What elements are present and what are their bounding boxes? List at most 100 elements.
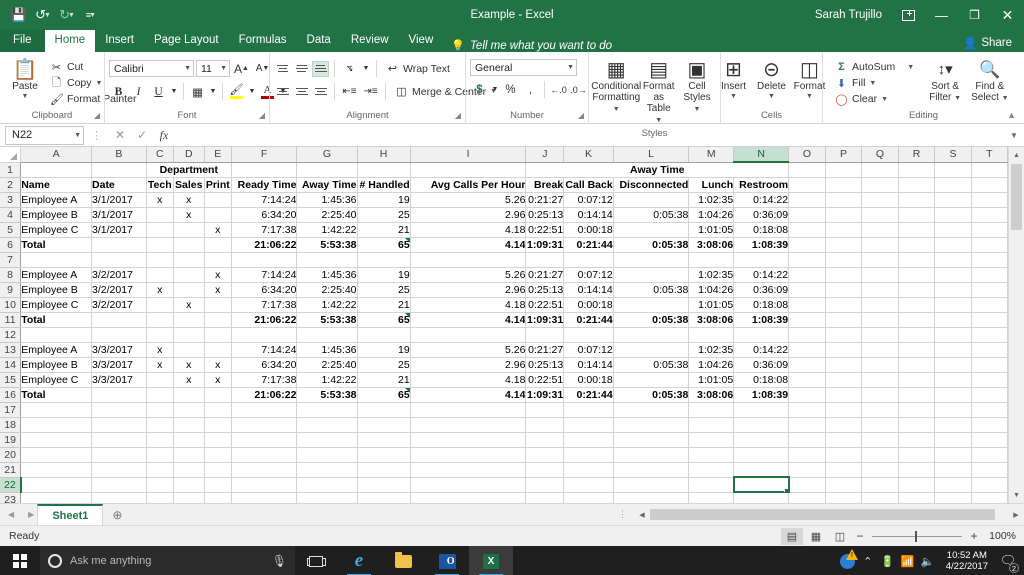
cell-M16[interactable]: 3:08:06	[688, 387, 735, 403]
cell-P15[interactable]	[825, 372, 863, 388]
cell-F19[interactable]	[231, 432, 298, 448]
cell-A12[interactable]	[20, 327, 93, 343]
cell-N23[interactable]	[733, 492, 790, 503]
cell-J23[interactable]	[525, 492, 565, 503]
cell-G14[interactable]: 2:25:40	[296, 357, 358, 373]
cell-S14[interactable]	[934, 357, 972, 373]
zoom-level[interactable]: 100%	[982, 530, 1016, 542]
cell-E21[interactable]	[204, 462, 232, 478]
cell-H5[interactable]: 21	[357, 222, 411, 238]
cell-Q11[interactable]	[861, 312, 899, 328]
cell-M19[interactable]	[688, 432, 735, 448]
cell-S18[interactable]	[934, 417, 972, 433]
cell-L22[interactable]	[613, 477, 690, 493]
cell-B14[interactable]: 3/3/2017	[91, 357, 147, 373]
cell-P6[interactable]	[825, 237, 863, 253]
cell-S10[interactable]	[934, 297, 972, 313]
cell-M6[interactable]: 3:08:06	[688, 237, 735, 253]
cell-I1[interactable]	[410, 162, 527, 178]
cell-I17[interactable]	[410, 402, 527, 418]
cell-B19[interactable]	[91, 432, 147, 448]
cell-Q23[interactable]	[861, 492, 899, 503]
cell-R21[interactable]	[898, 462, 936, 478]
cell-O11[interactable]	[788, 312, 826, 328]
cell-Q1[interactable]	[861, 162, 899, 178]
cell-P5[interactable]	[825, 222, 863, 238]
cell-C15[interactable]	[146, 372, 174, 388]
cell-J8[interactable]: 0:21:27	[525, 267, 565, 283]
cell-D4[interactable]: x	[173, 207, 205, 223]
cell-I11[interactable]: 4.14	[410, 312, 527, 328]
cell-P22[interactable]	[825, 477, 863, 493]
cancel-formula-button[interactable]: ✕	[109, 128, 131, 142]
cell-O13[interactable]	[788, 342, 826, 358]
zoom-slider-thumb[interactable]	[915, 530, 917, 542]
cell-K19[interactable]	[563, 432, 614, 448]
cell-J7[interactable]	[525, 252, 565, 268]
increase-font-size-button[interactable]: A ▲	[232, 59, 251, 78]
cell-D6[interactable]	[173, 237, 205, 253]
cell-A18[interactable]	[20, 417, 93, 433]
cell-L4[interactable]: 0:05:38	[613, 207, 690, 223]
cell-E5[interactable]: x	[204, 222, 232, 238]
cell-H10[interactable]: 21	[357, 297, 411, 313]
cell-I21[interactable]	[410, 462, 527, 478]
cell-B12[interactable]	[91, 327, 147, 343]
start-button[interactable]	[0, 546, 40, 575]
wifi-icon[interactable]: 📶	[898, 546, 918, 575]
cell-I20[interactable]	[410, 447, 527, 463]
task-view-button[interactable]	[295, 555, 337, 567]
save-icon[interactable]: 💾	[8, 4, 30, 26]
cell-T23[interactable]	[971, 492, 1008, 503]
cell-A9[interactable]: Employee B	[20, 282, 93, 298]
cell-T15[interactable]	[971, 372, 1008, 388]
cell-P23[interactable]	[825, 492, 863, 503]
cell-T19[interactable]	[971, 432, 1008, 448]
cell-B18[interactable]	[91, 417, 147, 433]
align-middle-button[interactable]	[293, 61, 310, 77]
cell-C12[interactable]	[146, 327, 174, 343]
cell-A11[interactable]: Total	[20, 312, 93, 328]
cell-K17[interactable]	[563, 402, 614, 418]
cell-T2[interactable]	[971, 177, 1008, 193]
cell-D22[interactable]	[173, 477, 205, 493]
cell-F9[interactable]: 6:34:20	[231, 282, 298, 298]
cell-O12[interactable]	[788, 327, 826, 343]
cell-D3[interactable]: x	[173, 192, 205, 208]
cell-H16[interactable]: 65	[357, 387, 411, 403]
cell-R3[interactable]	[898, 192, 936, 208]
cell-O18[interactable]	[788, 417, 826, 433]
cell-A5[interactable]: Employee C	[20, 222, 93, 238]
cell-O7[interactable]	[788, 252, 826, 268]
cell-I2[interactable]: Avg Calls Per Hour	[410, 177, 527, 193]
cell-O15[interactable]	[788, 372, 826, 388]
cell-F12[interactable]	[231, 327, 298, 343]
cell-Q2[interactable]	[861, 177, 899, 193]
scroll-up-button[interactable]: ▲	[1009, 147, 1024, 163]
cell-H19[interactable]	[357, 432, 411, 448]
row-header-16[interactable]: 16	[0, 387, 22, 403]
column-header-M[interactable]: M	[688, 147, 735, 163]
column-header-O[interactable]: O	[788, 147, 826, 163]
cell-T11[interactable]	[971, 312, 1008, 328]
cell-L11[interactable]: 0:05:38	[613, 312, 690, 328]
cell-D5[interactable]	[173, 222, 205, 238]
cell-J12[interactable]	[525, 327, 565, 343]
column-header-R[interactable]: R	[898, 147, 936, 163]
cell-G9[interactable]: 2:25:40	[296, 282, 358, 298]
cell-I12[interactable]	[410, 327, 527, 343]
cell-Q10[interactable]	[861, 297, 899, 313]
cell-L14[interactable]: 0:05:38	[613, 357, 690, 373]
column-header-T[interactable]: T	[971, 147, 1008, 163]
column-header-D[interactable]: D	[173, 147, 205, 163]
align-left-button[interactable]	[274, 84, 291, 100]
font-dialog-launcher[interactable]: ◢	[259, 109, 265, 122]
cell-N3[interactable]: 0:14:22	[733, 192, 790, 208]
row-header-10[interactable]: 10	[0, 297, 22, 313]
cell-S20[interactable]	[934, 447, 972, 463]
cell-N10[interactable]: 0:18:08	[733, 297, 790, 313]
cell-E23[interactable]	[204, 492, 232, 503]
cell-B17[interactable]	[91, 402, 147, 418]
borders-chevron-down-icon[interactable]: ▼	[208, 82, 218, 101]
cell-T13[interactable]	[971, 342, 1008, 358]
